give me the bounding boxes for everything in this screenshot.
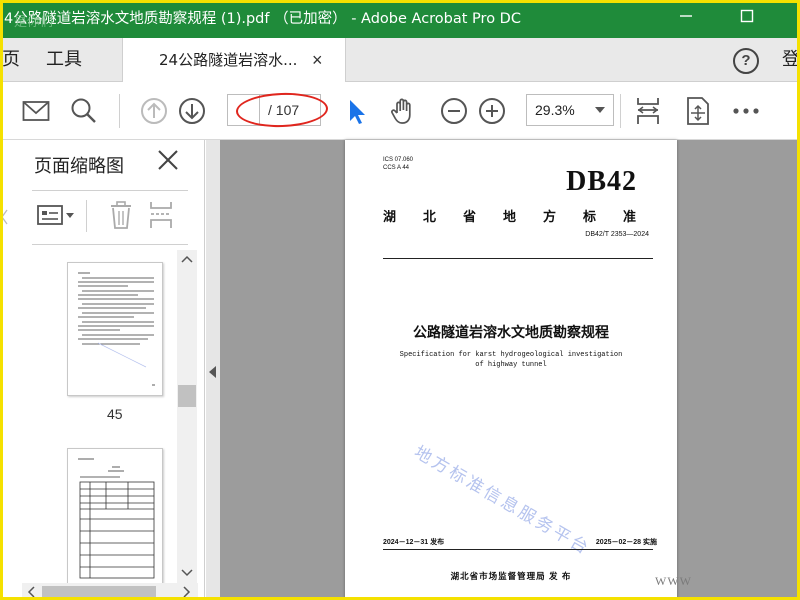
select-tool-button[interactable] [340,95,372,127]
ics-codes: ICS 07.060 CCS A 44 [383,156,413,172]
thumbnail-text-lines [78,272,155,386]
login-button[interactable]: 登 [782,38,800,82]
standard-number: DB42/T 2353—2024 [585,231,649,238]
chevron-left-icon [27,586,35,598]
document-move-icon [687,97,709,125]
options-list-icon [37,205,74,225]
zoom-out-button[interactable] [438,95,470,127]
chevron-up-icon [181,255,193,263]
page-thumbnail[interactable] [67,262,163,396]
english-title: Specification for karst hydrogeological … [399,351,623,369]
previous-page-button[interactable] [138,95,170,127]
fit-page-button[interactable] [632,95,664,127]
more-tools-button[interactable] [730,95,762,127]
ghost-watermark-text: 是你们 [14,14,54,29]
page-thumbnail[interactable] [67,448,163,584]
chevron-down-icon [595,107,605,113]
main-toolbar: / 107 29.3% [0,82,800,140]
cursor-arrow-icon [350,100,365,124]
zoom-select[interactable]: 29.3% [526,94,614,126]
search-button[interactable] [68,95,100,127]
issuing-authority: 湖北省市场监督管理局 发 布 [450,571,572,581]
province-heading: 湖北省地方标准 [383,210,664,225]
title-bar: 4公路隧道岩溶水文地质勘察规程 (1).pdf （已加密） - Adobe Ac… [0,0,800,38]
pdf-page: ICS 07.060 CCS A 44 DB42 湖北省地方标准 DB42/T … [345,140,677,600]
panel-close-button[interactable] [156,148,180,177]
maximize-button[interactable] [725,0,769,38]
ccs-line: CCS A 44 [383,165,410,171]
thumbnail-table-lines [78,458,155,579]
minimize-button[interactable] [664,0,708,38]
tab-home[interactable]: 页 [2,38,20,82]
page-split-icon [150,202,172,228]
extract-page-button[interactable] [148,200,174,235]
site-watermark: WWW [655,574,692,588]
plus-circle-icon [479,98,505,124]
panel-title: 页面缩略图 [34,156,124,177]
footer-rule [383,549,653,550]
help-button[interactable]: ? [733,48,759,74]
next-page-button[interactable] [176,95,208,127]
collapse-panel-arrow-icon[interactable] [209,366,216,378]
delete-page-button[interactable] [108,200,134,235]
arrow-down-circle-icon [179,98,205,124]
thumbnail-page-number: 45 [107,406,123,422]
menu-tab-bar: 页 工具 24公路隧道岩溶水... × ? 登 [0,38,800,83]
toolbar-separator [86,200,87,232]
search-icon [71,98,96,123]
standard-logo: DB42 [566,166,637,197]
fit-width-icon [637,98,659,124]
rotate-view-button[interactable] [682,95,714,127]
toolbar-separator [620,94,621,128]
chevron-down-icon [181,569,193,577]
panel-divider [32,190,188,191]
panel-splitter[interactable] [206,140,220,600]
implement-date: 2025－02－28 实施 [595,539,657,546]
panel-collapse-handle[interactable] [0,202,8,232]
minimize-icon [680,15,692,17]
document-tab-close-button[interactable]: × [312,38,323,82]
document-tab-label: 24公路隧道岩溶水... [159,51,298,69]
thumbnails-vertical-scrollbar[interactable] [177,250,197,585]
arrow-up-circle-icon [141,98,167,124]
hand-icon [391,98,411,124]
ics-line: ICS 07.060 [383,157,414,163]
thumbnails-panel: 页面缩略图 45 [0,140,205,600]
chevron-left-icon [1,209,8,225]
scrollbar-thumb[interactable] [42,586,156,597]
thumbnails-horizontal-scrollbar[interactable] [22,583,198,600]
hand-tool-button[interactable] [388,95,420,127]
tab-tools[interactable]: 工具 [46,38,82,82]
publish-date: 2024－12－31 发布 [383,539,445,546]
zoom-in-button[interactable] [476,95,508,127]
chinese-title: 公路隧道岩溶水文地质勘察规程 [413,325,609,341]
zoom-value: 29.3% [535,102,575,118]
panel-divider [32,244,188,245]
toolbar-separator [119,94,120,128]
more-horizontal-icon [733,108,759,114]
trash-icon [111,201,131,229]
email-button[interactable] [20,95,52,127]
window-title: 4公路隧道岩溶水文地质勘察规程 (1).pdf （已加密） - Adobe Ac… [4,11,521,27]
document-view[interactable]: ICS 07.060 CCS A 44 DB42 湖北省地方标准 DB42/T … [206,140,800,600]
scrollbar-thumb[interactable] [178,385,196,407]
minus-circle-icon [441,98,467,124]
thumbnail-options-button[interactable] [36,202,76,233]
envelope-icon [22,101,50,121]
chevron-right-icon [183,586,191,598]
close-icon [158,150,178,170]
maximize-icon [740,9,754,23]
header-rule [383,258,653,259]
